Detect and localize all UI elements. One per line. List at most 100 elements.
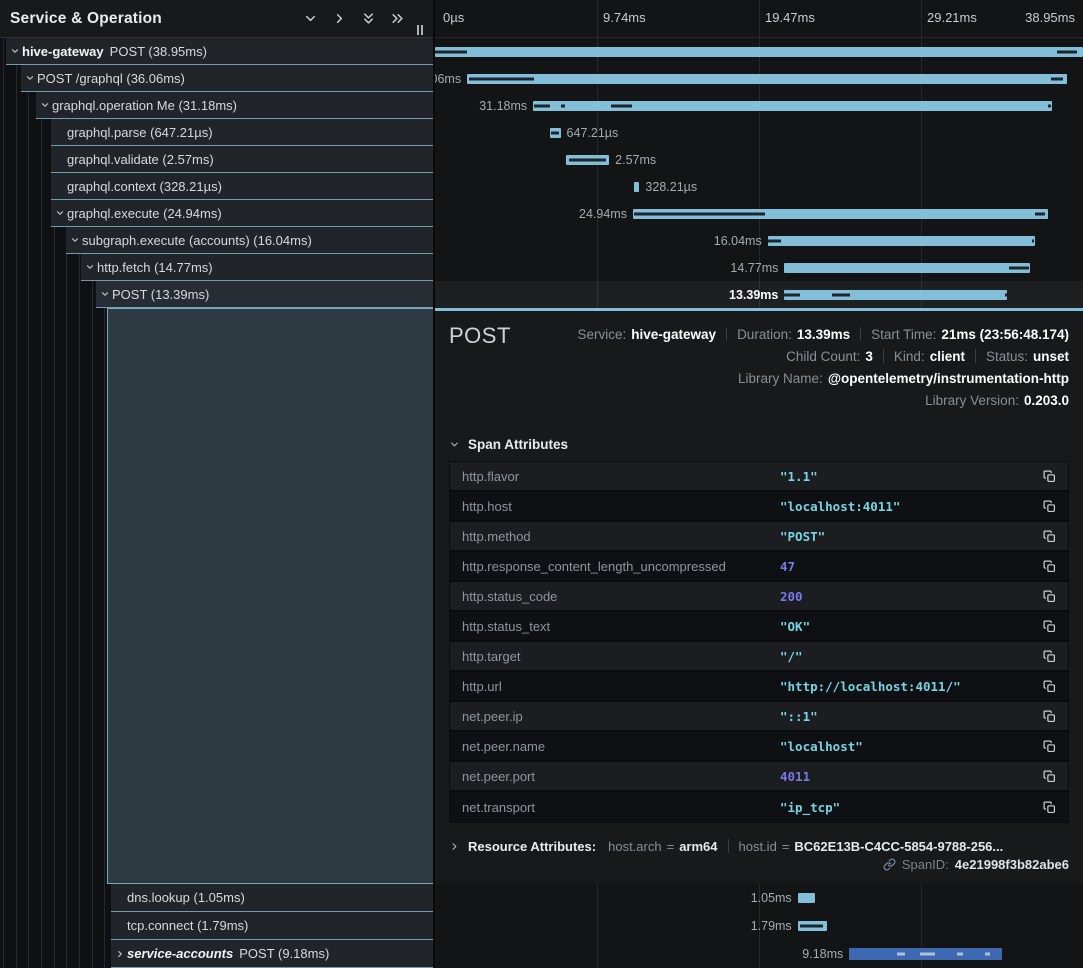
span-bar[interactable] (784, 263, 1030, 273)
span-tree-row[interactable]: hive-gatewayPOST (38.95ms) (0, 38, 433, 65)
timeline-row: 16.04ms (435, 227, 1083, 254)
span-duration-label: 2.57ms (615, 153, 656, 167)
attribute-key: net.peer.ip (462, 709, 780, 724)
attribute-row: http.response_content_length_uncompresse… (450, 552, 1068, 582)
resource-attribute-pairs: host.arch=arm64host.id=BC62E13B-C4CC-585… (608, 839, 1003, 854)
span-bar[interactable] (768, 236, 1035, 246)
kind-value: client (930, 349, 965, 364)
span-bar[interactable] (849, 948, 1002, 960)
copy-icon[interactable] (1040, 587, 1058, 605)
timeline-row: 647.21µs (435, 119, 1083, 146)
span-attributes-toggle[interactable]: Span Attributes (449, 435, 1069, 453)
copy-icon[interactable] (1040, 767, 1058, 785)
chevron-down-icon[interactable] (38, 100, 52, 110)
span-tree-row[interactable]: dns.lookup (1.05ms) (0, 884, 433, 912)
span-bar[interactable] (435, 47, 1083, 57)
copy-icon[interactable] (1040, 737, 1058, 755)
chevron-right-icon[interactable] (332, 11, 347, 26)
span-tree-row[interactable]: graphql.execute (24.94ms) (0, 200, 433, 227)
attribute-value: "localhost:4011" (780, 499, 1040, 514)
copy-icon[interactable] (1040, 527, 1058, 545)
library-name-value: @opentelemetry/instrumentation-http (828, 371, 1069, 386)
span-tree-row[interactable]: subgraph.execute (accounts) (16.04ms) (0, 227, 433, 254)
double-chevron-right-icon[interactable] (390, 11, 405, 26)
attribute-row: net.peer.ip"::1" (450, 702, 1068, 732)
link-icon[interactable] (883, 858, 896, 871)
span-duration-label: 647.21µs (567, 126, 619, 140)
span-bar[interactable] (798, 893, 815, 903)
duration-value: 13.39ms (797, 327, 850, 342)
span-bar[interactable] (784, 290, 1007, 300)
meta-line-2: Child Count: 3 Kind: client Status: unse… (786, 345, 1069, 367)
span-tree-row[interactable]: graphql.parse (647.21µs) (0, 119, 433, 146)
double-chevron-down-icon[interactable] (361, 11, 376, 26)
chevron-down-icon[interactable] (303, 11, 318, 26)
copy-icon[interactable] (1040, 798, 1058, 816)
panel-divider[interactable] (433, 0, 435, 968)
chevron-down-icon[interactable] (23, 73, 37, 83)
span-bar[interactable] (467, 74, 1067, 84)
chevron-down-icon[interactable] (98, 289, 112, 299)
span-duration-label: 14.77ms (730, 261, 778, 275)
span-bar[interactable] (533, 101, 1052, 111)
chevron-down-icon[interactable] (68, 235, 82, 245)
selected-span-block[interactable] (107, 308, 433, 884)
copy-icon[interactable] (1040, 707, 1058, 725)
library-version-label: Library Version: (925, 393, 1019, 408)
chevron-down-icon[interactable] (83, 262, 97, 272)
copy-icon[interactable] (1040, 617, 1058, 635)
span-tree-row[interactable]: graphql.validate (2.57ms) (0, 146, 433, 173)
span-tree-top: hive-gatewayPOST (38.95ms)POST /graphql … (0, 38, 433, 308)
timeline-panel: 0µs9.74ms19.47ms29.21ms38.95ms 38.95ms36… (435, 0, 1083, 968)
span-tree-row[interactable]: graphql.operation Me (31.18ms) (0, 92, 433, 119)
span-tree-row[interactable]: POST (13.39ms) (0, 281, 433, 308)
attribute-value: 47 (780, 559, 1040, 574)
copy-icon[interactable] (1040, 467, 1058, 485)
attribute-key: http.status_code (462, 589, 780, 604)
attribute-value: "http://localhost:4011/" (780, 679, 1040, 694)
chevron-down-icon (449, 439, 460, 450)
status-value: unset (1033, 349, 1069, 364)
span-tree-row[interactable]: http.fetch (14.77ms) (0, 254, 433, 281)
attribute-key: net.transport (462, 800, 780, 815)
timeline-header: 0µs9.74ms19.47ms29.21ms38.95ms (435, 0, 1083, 38)
duration-label: Duration: (737, 327, 792, 342)
timeline-row: 13.39ms (435, 281, 1083, 308)
timeline-row: 31.18ms (435, 92, 1083, 119)
chevron-right-icon (449, 841, 460, 852)
timeline-tick: 29.21ms (927, 10, 977, 25)
span-bar[interactable] (634, 182, 639, 192)
span-tree-row[interactable]: service-accountsPOST (9.18ms) (0, 940, 433, 968)
span-tree-row[interactable]: graphql.context (328.21µs) (0, 173, 433, 200)
copy-icon[interactable] (1040, 557, 1058, 575)
timeline-row: 1.05ms (435, 884, 1083, 912)
span-duration-label: 13.39ms (729, 288, 778, 302)
span-id-label: SpanID: (902, 857, 949, 872)
span-bar[interactable] (550, 128, 561, 138)
span-meta: Service: hive-gateway Duration: 13.39ms … (577, 323, 1069, 411)
service-name: service-accounts (127, 946, 233, 961)
operation-name: graphql.parse (647.21µs) (67, 125, 213, 140)
span-bar[interactable] (633, 209, 1048, 219)
span-tree-row[interactable]: POST /graphql (36.06ms) (0, 65, 433, 92)
attribute-row: http.flavor"1.1" (450, 462, 1068, 492)
resource-attributes-title: Resource Attributes: (468, 839, 596, 854)
copy-icon[interactable] (1040, 497, 1058, 515)
service-value: hive-gateway (631, 327, 716, 342)
column-resize-handle[interactable] (417, 25, 423, 35)
copy-icon[interactable] (1040, 647, 1058, 665)
chevron-right-icon[interactable] (113, 949, 127, 959)
attribute-row: net.peer.name"localhost" (450, 732, 1068, 762)
attribute-value: "OK" (780, 619, 1040, 634)
resource-attributes-toggle[interactable]: Resource Attributes: host.arch=arm64host… (449, 837, 1069, 855)
copy-icon[interactable] (1040, 677, 1058, 695)
span-bar[interactable] (798, 921, 828, 931)
meta-line-3: Library Name: @opentelemetry/instrumenta… (738, 367, 1069, 389)
meta-line-1: Service: hive-gateway Duration: 13.39ms … (577, 323, 1069, 345)
span-duration-label: 24.94ms (579, 207, 627, 221)
chevron-down-icon[interactable] (8, 46, 22, 56)
span-tree-row[interactable]: tcp.connect (1.79ms) (0, 912, 433, 940)
chevron-down-icon[interactable] (53, 208, 67, 218)
attribute-key: http.url (462, 679, 780, 694)
span-bar[interactable] (566, 155, 609, 165)
